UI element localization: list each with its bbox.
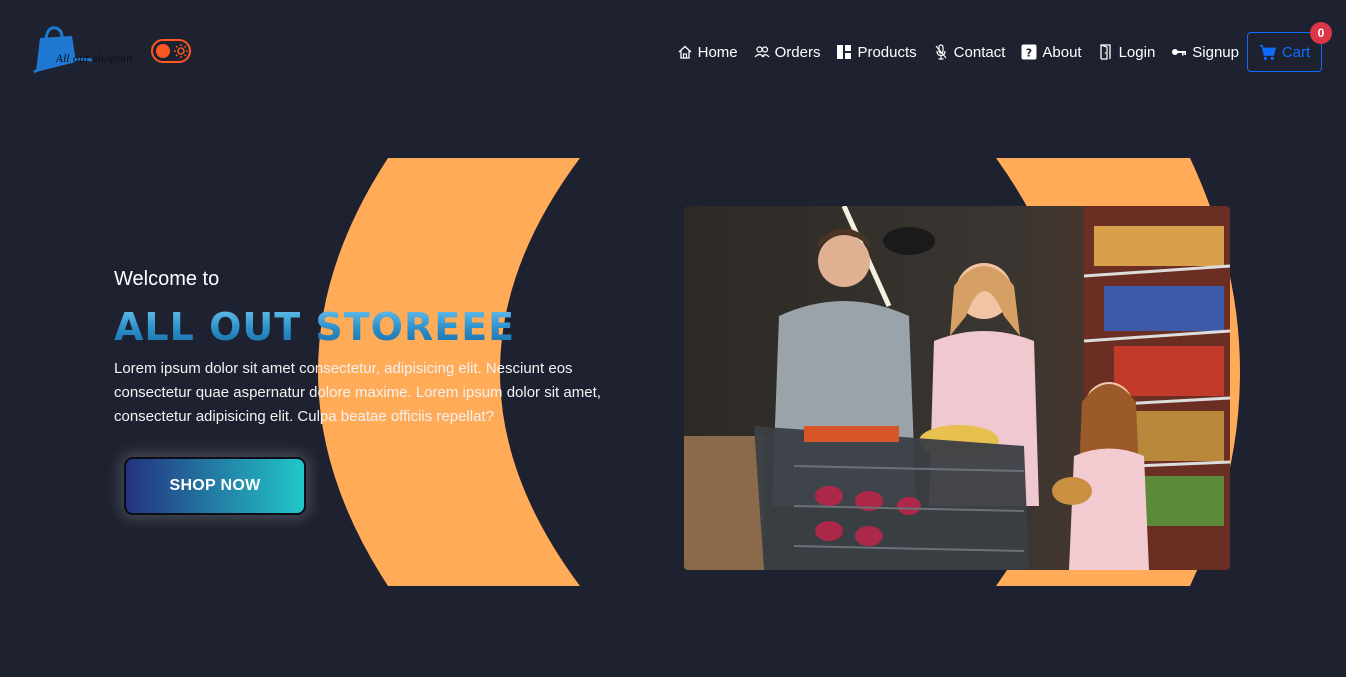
- microphone-icon: [935, 44, 947, 60]
- shopping-bag-logo-icon: All out shopping: [33, 26, 139, 74]
- nav-item-orders[interactable]: Orders: [754, 32, 821, 72]
- svg-text:All out shopping: All out shopping: [55, 54, 132, 65]
- nav-label-about: About: [1042, 43, 1082, 61]
- nav-label-products: Products: [857, 43, 917, 61]
- shop-now-button[interactable]: SHOP NOW: [124, 457, 306, 515]
- sun-icon: [174, 44, 188, 58]
- people-icon: [754, 46, 770, 58]
- nav-label-login: Login: [1118, 43, 1156, 61]
- hero-title: ALL OUT STOREEE: [114, 305, 634, 349]
- nav-item-about[interactable]: ? About: [1021, 32, 1082, 72]
- hero-description: Lorem ipsum dolor sit amet consectetur, …: [114, 360, 601, 425]
- cart-label: Cart: [1281, 43, 1311, 61]
- nav-label-contact: Contact: [953, 43, 1006, 61]
- toggle-knob: [156, 44, 170, 58]
- nav-links: Home Orders Products Contact ? About Log…: [661, 22, 1332, 72]
- door-icon: [1099, 44, 1111, 60]
- hero-text: Welcome to ALL OUT STOREEE Lorem ipsum d…: [114, 268, 634, 429]
- theme-toggle[interactable]: [151, 39, 191, 63]
- nav-item-signup[interactable]: Signup: [1171, 32, 1239, 72]
- home-icon: [678, 45, 692, 59]
- cart-count-badge: 0: [1310, 22, 1332, 44]
- nav-label-orders: Orders: [774, 43, 821, 61]
- nav-item-home[interactable]: Home: [677, 32, 738, 72]
- nav-item-products[interactable]: Products: [836, 32, 917, 72]
- nav-label-home: Home: [697, 43, 738, 61]
- question-icon: ?: [1021, 44, 1037, 60]
- key-icon: [1172, 49, 1187, 56]
- navbar: All out shopping Home Orders Products Co…: [0, 0, 1346, 100]
- hero-image: [684, 206, 1230, 570]
- svg-text:?: ?: [1026, 47, 1032, 60]
- grid-icon: [837, 45, 852, 59]
- site-logo[interactable]: All out shopping: [32, 22, 139, 74]
- family-shopping-photo: [684, 206, 1230, 570]
- cart-button[interactable]: Cart 0: [1247, 22, 1332, 72]
- nav-item-contact[interactable]: Contact: [933, 32, 1006, 72]
- hero-welcome: Welcome to: [114, 268, 220, 290]
- nav-item-login[interactable]: Login: [1098, 32, 1156, 72]
- nav-label-signup: Signup: [1192, 43, 1239, 61]
- cart-icon: [1259, 44, 1276, 60]
